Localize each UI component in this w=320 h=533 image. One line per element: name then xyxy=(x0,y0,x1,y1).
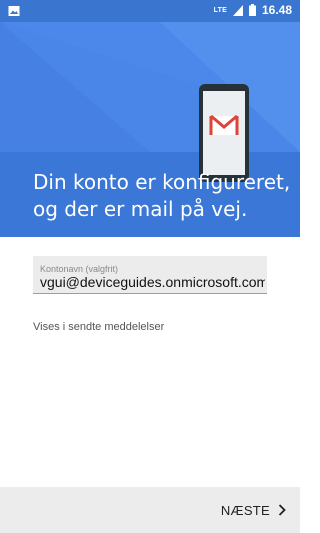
phone-gmail-illustration xyxy=(198,84,250,182)
status-bar: LTE 16.48 xyxy=(0,0,300,22)
next-label: NÆSTE xyxy=(220,502,270,518)
setup-header: Din konto er konfigureret, og der er mai… xyxy=(0,22,300,237)
next-button[interactable]: NÆSTE xyxy=(221,499,286,521)
status-icons: LTE 16.48 xyxy=(214,3,292,17)
page-title: Din konto er konfigureret, og der er mai… xyxy=(33,170,291,221)
image-notification-icon xyxy=(8,4,20,16)
network-type: LTE xyxy=(213,6,227,14)
signal-icon xyxy=(232,4,243,16)
account-name-label: Kontonavn (valgfrit) xyxy=(40,264,119,274)
bottom-bar: NÆSTE xyxy=(0,487,300,533)
clock: 16.48 xyxy=(261,3,292,17)
shown-in-sent-label: Vises i sendte meddelelser xyxy=(33,321,165,333)
battery-icon xyxy=(248,4,256,16)
account-name-input[interactable] xyxy=(40,274,265,290)
chevron-right-icon xyxy=(278,504,286,516)
account-name-field[interactable]: Kontonavn (valgfrit) xyxy=(33,256,267,294)
